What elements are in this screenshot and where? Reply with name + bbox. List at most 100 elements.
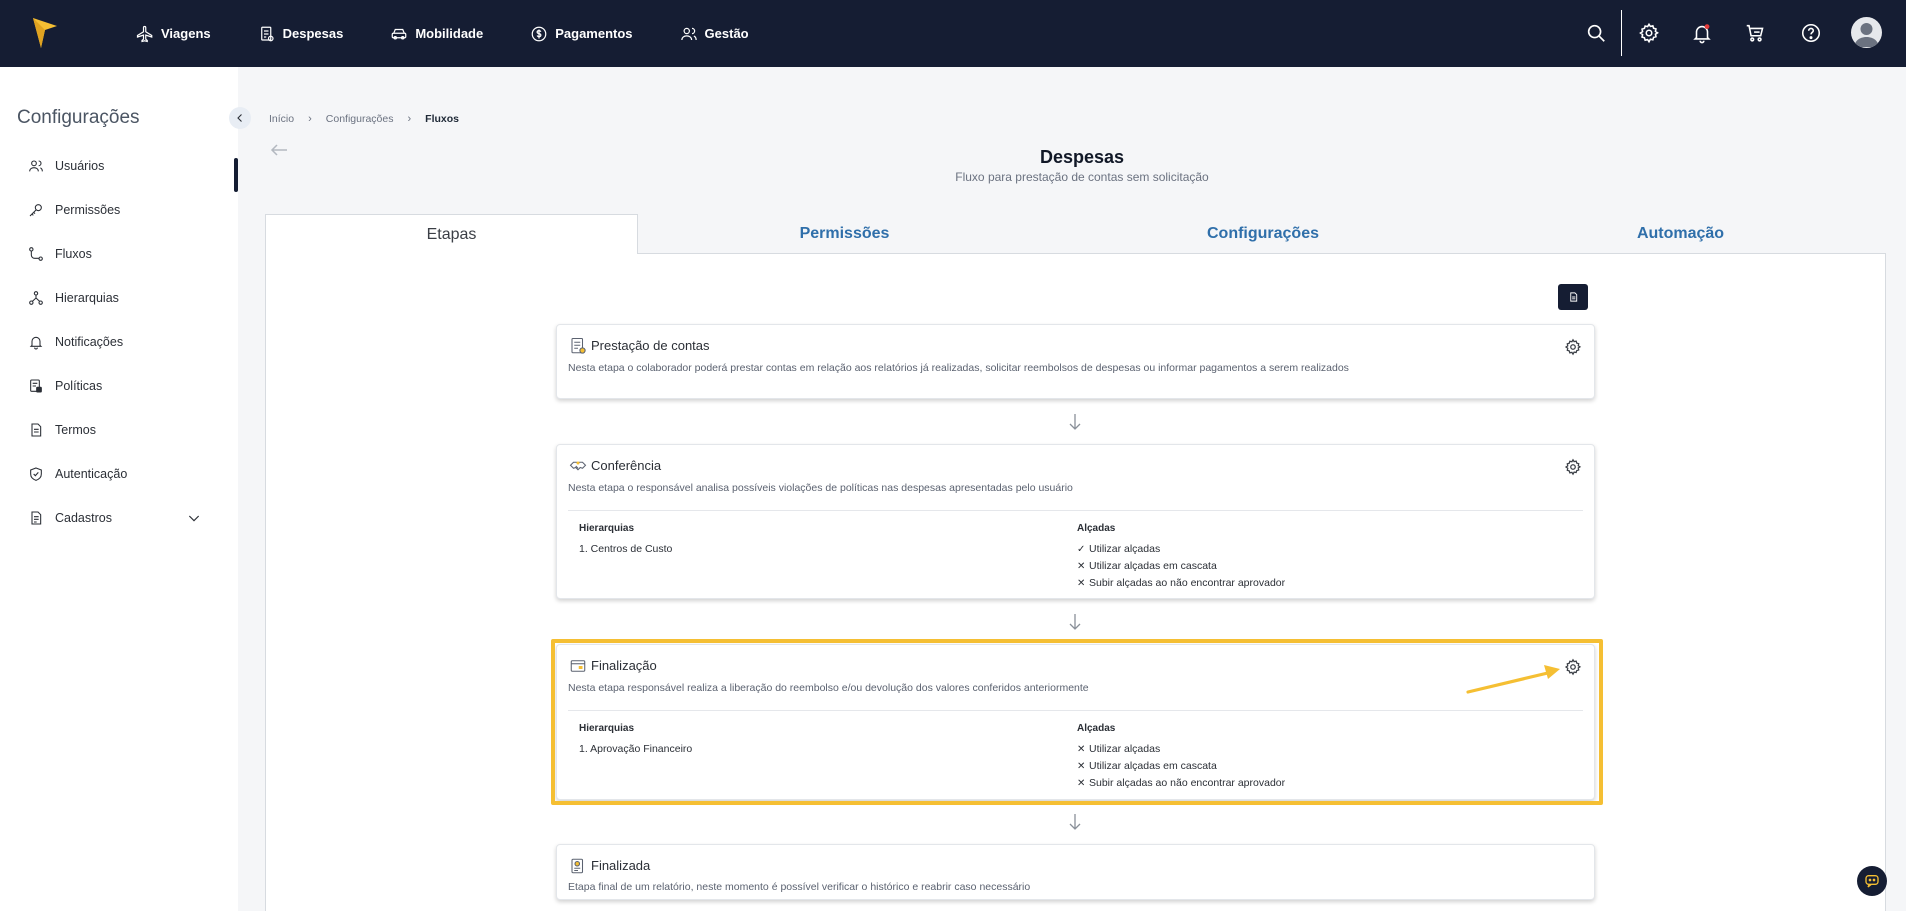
nav-label: Viagens [161,26,211,41]
page-subtitle: Fluxo para prestação de contas sem solic… [955,170,1209,184]
step-card-conferencia[interactable]: Conferência Nesta etapa o responsável an… [556,444,1595,599]
tab-permissoes[interactable]: Permissões [638,214,1051,254]
chevron-down-icon[interactable] [186,510,202,526]
sidebar-item-hierarquias[interactable]: Hierarquias [28,286,213,310]
page-title: Despesas [1039,147,1125,167]
hierarchies-column: Hierarquias 1. Centros de Custo [579,523,672,560]
nav-label: Mobilidade [415,26,484,41]
sidebar-item-notificacoes[interactable]: Notificações [28,330,213,354]
thresholds-column: Alçadas ✕ Utilizar alçadas ✕ Utilizar alça… [1077,723,1285,794]
threshold-item: ✕ Subir alçadas ao não encontrar aprovado… [1077,777,1285,789]
step-title: Prestação de contas [591,338,710,353]
x-icon: ✕ [1077,577,1086,589]
avatar[interactable] [1851,17,1882,48]
nav-despesas[interactable]: Despesas [258,14,344,54]
receipt-icon [260,26,274,41]
gear-icon[interactable] [1564,658,1582,676]
chat-icon [1865,875,1879,888]
hierarchy-icon [29,291,43,305]
card-divider [568,710,1583,711]
bell-icon[interactable] [1691,22,1713,44]
nav-viagens[interactable]: Viagens [136,14,211,54]
tab-configuracoes[interactable]: Configurações [1051,214,1475,254]
sidebar: Configurações Usuários Permissões Fluxos… [0,67,238,911]
hierarchy-item: 1. Aprovação Financeiro [579,743,693,755]
threshold-item: ✕ Utilizar alçadas em cascata [1077,560,1285,572]
tab-bar: Etapas Permissões Configurações Automaçã… [265,214,1886,255]
tab-etapas[interactable]: Etapas [265,214,638,255]
nav-mobilidade[interactable]: Mobilidade [390,14,483,54]
top-navigation-bar: Viagens Despesas Mobilidade Pagamentos G… [0,0,1906,67]
document-button[interactable] [1558,284,1588,310]
thresholds-heading: Alçadas [1077,523,1116,534]
hierarchies-column: Hierarquias 1. Aprovação Financeiro [579,723,692,760]
sidebar-item-termos[interactable]: Termos [28,418,213,442]
users-icon [680,27,697,40]
x-icon: ✕ [1077,743,1086,755]
sidebar-item-cadastros[interactable]: Cadastros [28,506,213,530]
help-icon[interactable] [1800,22,1822,44]
nav-label: Gestão [704,26,749,41]
topbar-divider [1621,10,1622,56]
collapse-sidebar-button[interactable] [229,107,251,129]
step-card-prestacao[interactable]: Prestação de contas Nesta etapa o colabo… [556,324,1595,399]
sidebar-item-label: Hierarquias [55,291,119,305]
step-description: Etapa final de um relatório, neste momen… [568,881,1031,893]
step-card-finalizada[interactable]: Finalizada Etapa final de um relatório, … [556,844,1595,900]
step-title: Conferência [591,458,662,473]
hierarchies-heading: Hierarquias [579,523,635,534]
threshold-item: ✕ Utilizar alçadas em cascata [1077,760,1285,772]
threshold-item: ✓ Utilizar alçadas [1077,543,1285,555]
nav-label: Pagamentos [555,26,633,41]
nav-pagamentos[interactable]: Pagamentos [530,14,633,54]
gear-icon[interactable] [1638,22,1660,44]
gear-icon[interactable] [1564,458,1582,476]
check-icon: ✓ [1077,543,1086,555]
cart-icon[interactable] [1744,22,1766,44]
arrow-down-icon [1069,614,1081,630]
step-title: Finalizada [591,858,651,873]
nav-label: Despesas [282,26,344,41]
sidebar-item-politicas[interactable]: Políticas [28,374,213,398]
threshold-label: Utilizar alçadas [1089,543,1161,555]
nav-gestao[interactable]: Gestão [680,14,749,54]
threshold-item: ✕ Subir alçadas ao não encontrar aprovado… [1077,577,1285,589]
flow-icon [29,247,43,261]
threshold-label: Utilizar alçadas em cascata [1089,760,1217,772]
breadcrumb-configuracoes[interactable]: Configurações [326,113,394,125]
sidebar-item-label: Notificações [55,335,124,349]
threshold-label: Subir alçadas ao não encontrar aprovador [1089,777,1286,789]
breadcrumb-current: Fluxos [425,113,460,125]
threshold-label: Subir alçadas ao não encontrar aprovador [1089,577,1286,589]
logo-icon[interactable] [31,16,59,50]
handshake-icon [569,461,587,471]
hierarchies-heading: Hierarquias [579,723,635,734]
document-icon [31,423,42,437]
x-icon: ✕ [1077,777,1086,789]
sidebar-item-fluxos[interactable]: Fluxos [28,242,213,266]
hierarchy-item: 1. Centros de Custo [579,543,673,555]
step-description: Nesta etapa responsável realiza a libera… [568,682,1089,694]
chat-button[interactable] [1857,866,1887,896]
search-icon[interactable] [1585,22,1607,44]
breadcrumb: Início › Configurações › Fluxos [269,113,459,125]
shield-icon [30,467,42,481]
payment-card-icon [570,660,586,672]
chevron-left-icon [237,114,242,122]
step-title: Finalização [591,658,657,673]
breadcrumb-inicio[interactable]: Início [269,113,294,125]
step-description: Nesta etapa o colaborador poderá prestar… [568,362,1349,374]
threshold-label: Utilizar alçadas [1089,743,1161,755]
sidebar-item-autenticacao[interactable]: Autenticação [28,462,213,486]
step-card-finalizacao[interactable]: Finalização Nesta etapa responsável real… [556,644,1595,800]
bell-icon [29,336,43,350]
tab-automacao[interactable]: Automação [1475,214,1886,254]
sidebar-item-label: Autenticação [55,467,128,481]
main-nav: Viagens Despesas Mobilidade Pagamentos G… [136,0,749,67]
dollar-circle-icon [531,26,547,41]
sidebar-item-label: Cadastros [55,511,112,525]
gear-icon[interactable] [1564,338,1582,356]
sidebar-item-permissoes[interactable]: Permissões [28,198,213,222]
thresholds-heading: Alçadas [1077,723,1116,734]
sidebar-item-label: Termos [55,423,96,437]
